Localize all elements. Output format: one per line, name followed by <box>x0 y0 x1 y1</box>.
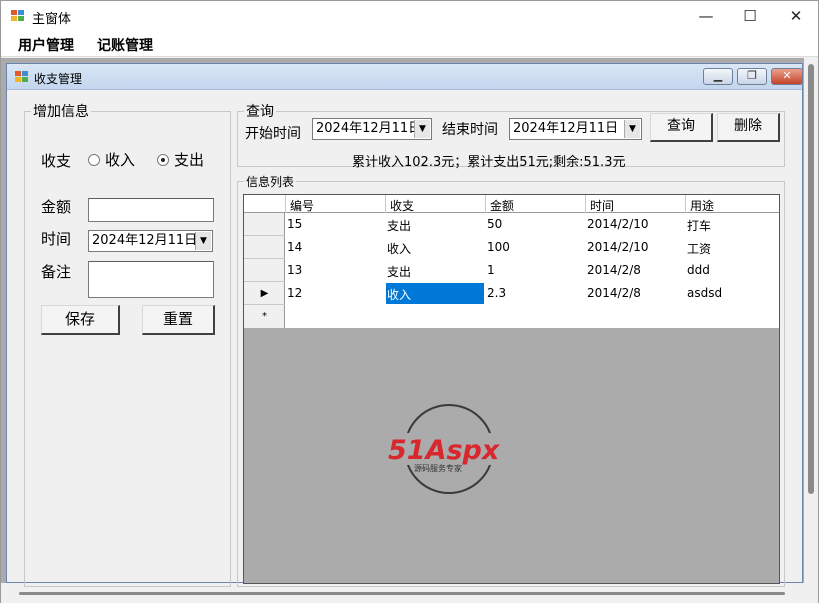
watermark-brand: 51Aspx <box>388 435 501 466</box>
cell-purpose[interactable]: ddd <box>687 263 710 277</box>
data-grid[interactable]: 编号 收支 金额 时间 用途 ▶ * 15 支出 50 2014/2/10 打车… <box>243 194 780 584</box>
maximize-button[interactable]: ☐ <box>727 1 773 31</box>
vertical-scrollbar[interactable] <box>804 58 818 603</box>
child-minimize-button[interactable]: ▁ <box>703 68 733 85</box>
cell-amount[interactable]: 50 <box>487 217 502 231</box>
close-button[interactable]: ✕ <box>773 1 819 31</box>
table-row[interactable]: 15 支出 50 2014/2/10 打车 <box>285 213 779 236</box>
note-input[interactable] <box>88 261 214 298</box>
header-separator <box>685 195 686 213</box>
note-label: 备注 <box>41 263 72 281</box>
chevron-down-icon[interactable]: ▼ <box>624 120 640 138</box>
info-list-legend: 信息列表 <box>246 175 295 189</box>
time-date-value: 2024年12月11日 <box>92 233 198 248</box>
horizontal-scroll-thumb[interactable] <box>19 592 785 595</box>
start-date-value: 2024年12月11日 <box>316 121 422 136</box>
vertical-scroll-thumb[interactable] <box>808 64 814 494</box>
amount-label: 金额 <box>41 198 72 216</box>
cell-time[interactable]: 2014/2/8 <box>587 263 641 277</box>
column-header-type[interactable]: 收支 <box>390 197 414 214</box>
header-separator <box>285 195 286 213</box>
cell-id[interactable]: 14 <box>287 240 302 254</box>
add-info-group: 增加信息 <box>24 101 231 587</box>
app-icon <box>11 10 25 22</box>
column-header-purpose[interactable]: 用途 <box>690 197 714 214</box>
reset-button[interactable]: 重置 <box>142 305 215 335</box>
watermark-logo: 51Aspx 源码服务专家 <box>386 404 516 494</box>
income-radio-label[interactable]: 收入 <box>105 149 135 170</box>
cell-amount[interactable]: 1 <box>487 263 495 277</box>
chevron-down-icon[interactable]: ▼ <box>195 232 211 250</box>
grid-body: 15 支出 50 2014/2/10 打车 14 收入 100 2014/2/1… <box>285 213 779 328</box>
header-separator <box>585 195 586 213</box>
cell-purpose[interactable]: 打车 <box>687 217 711 234</box>
query-legend: 查询 <box>246 104 274 120</box>
end-date-picker[interactable]: 2024年12月11日 ▼ <box>509 118 642 140</box>
type-label: 收支 <box>41 152 72 170</box>
title-bar: 主窗体 — ☐ ✕ <box>1 1 818 31</box>
table-row[interactable]: 13 支出 1 2014/2/8 ddd <box>285 259 779 282</box>
header-separator <box>385 195 386 213</box>
start-date-picker[interactable]: 2024年12月11日 ▼ <box>312 118 432 140</box>
cell-id[interactable]: 13 <box>287 263 302 277</box>
main-window: 主窗体 — ☐ ✕ 用户管理 记账管理 收支管理 ▁ ❐ ✕ 增加信息 收支 收… <box>0 0 819 603</box>
cell-time[interactable]: 2014/2/10 <box>587 217 649 231</box>
cell-type[interactable]: 支出 <box>387 263 411 280</box>
amount-input[interactable] <box>88 198 214 222</box>
child-restore-button[interactable]: ❐ <box>737 68 767 85</box>
income-radio[interactable] <box>88 154 100 166</box>
save-button[interactable]: 保存 <box>41 305 120 335</box>
cell-id[interactable]: 12 <box>287 286 302 300</box>
menu-accounting[interactable]: 记账管理 <box>97 35 153 55</box>
cell-id[interactable]: 15 <box>287 217 302 231</box>
query-button[interactable]: 查询 <box>650 113 713 142</box>
time-date-picker[interactable]: 2024年12月11日 ▼ <box>88 230 213 252</box>
time-label: 时间 <box>41 230 72 248</box>
expense-radio-label[interactable]: 支出 <box>174 149 204 170</box>
row-header[interactable] <box>244 236 285 259</box>
cell-type[interactable]: 支出 <box>387 217 411 234</box>
row-header[interactable] <box>244 213 285 236</box>
child-app-icon <box>15 71 29 83</box>
cell-amount[interactable]: 100 <box>487 240 510 254</box>
cell-time[interactable]: 2014/2/10 <box>587 240 649 254</box>
grid-header: 编号 收支 金额 时间 用途 <box>244 195 779 213</box>
menu-user-management[interactable]: 用户管理 <box>18 35 74 55</box>
table-row-current[interactable]: 12 收入 2.3 2014/2/8 asdsd <box>285 282 779 305</box>
column-header-amount[interactable]: 金额 <box>490 197 514 214</box>
row-header-new[interactable]: * <box>244 305 285 328</box>
end-time-label: 结束时间 <box>442 122 498 138</box>
cell-amount[interactable]: 2.3 <box>487 286 506 300</box>
child-close-button[interactable]: ✕ <box>771 68 803 85</box>
cell-type-selected[interactable]: 收入 <box>386 283 484 304</box>
child-window-title: 收支管理 <box>34 72 83 86</box>
watermark-tagline: 源码服务专家 <box>414 463 462 473</box>
cell-purpose[interactable]: asdsd <box>687 286 722 300</box>
row-header-current[interactable]: ▶ <box>244 282 285 305</box>
summary-text: 累计收入102.3元；累计支出51元;剩余:51.3元 <box>352 155 626 170</box>
row-header[interactable] <box>244 259 285 282</box>
cell-purpose[interactable]: 工资 <box>687 240 711 257</box>
menu-bar: 用户管理 记账管理 <box>1 31 818 57</box>
table-row[interactable]: 14 收入 100 2014/2/10 工资 <box>285 236 779 259</box>
delete-button[interactable]: 删除 <box>717 113 780 142</box>
column-header-id[interactable]: 编号 <box>290 197 314 214</box>
start-time-label: 开始时间 <box>245 126 301 142</box>
cell-time[interactable]: 2014/2/8 <box>587 286 641 300</box>
column-header-time[interactable]: 时间 <box>590 197 614 214</box>
cell-type[interactable]: 收入 <box>387 240 411 257</box>
minimize-button[interactable]: — <box>683 1 729 31</box>
chevron-down-icon[interactable]: ▼ <box>414 120 430 138</box>
add-info-legend: 增加信息 <box>33 104 89 120</box>
window-title: 主窗体 <box>32 12 72 27</box>
end-date-value: 2024年12月11日 <box>513 121 619 136</box>
header-separator <box>485 195 486 213</box>
expense-radio[interactable] <box>157 154 169 166</box>
child-title-bar: 收支管理 ▁ ❐ ✕ <box>7 64 803 90</box>
